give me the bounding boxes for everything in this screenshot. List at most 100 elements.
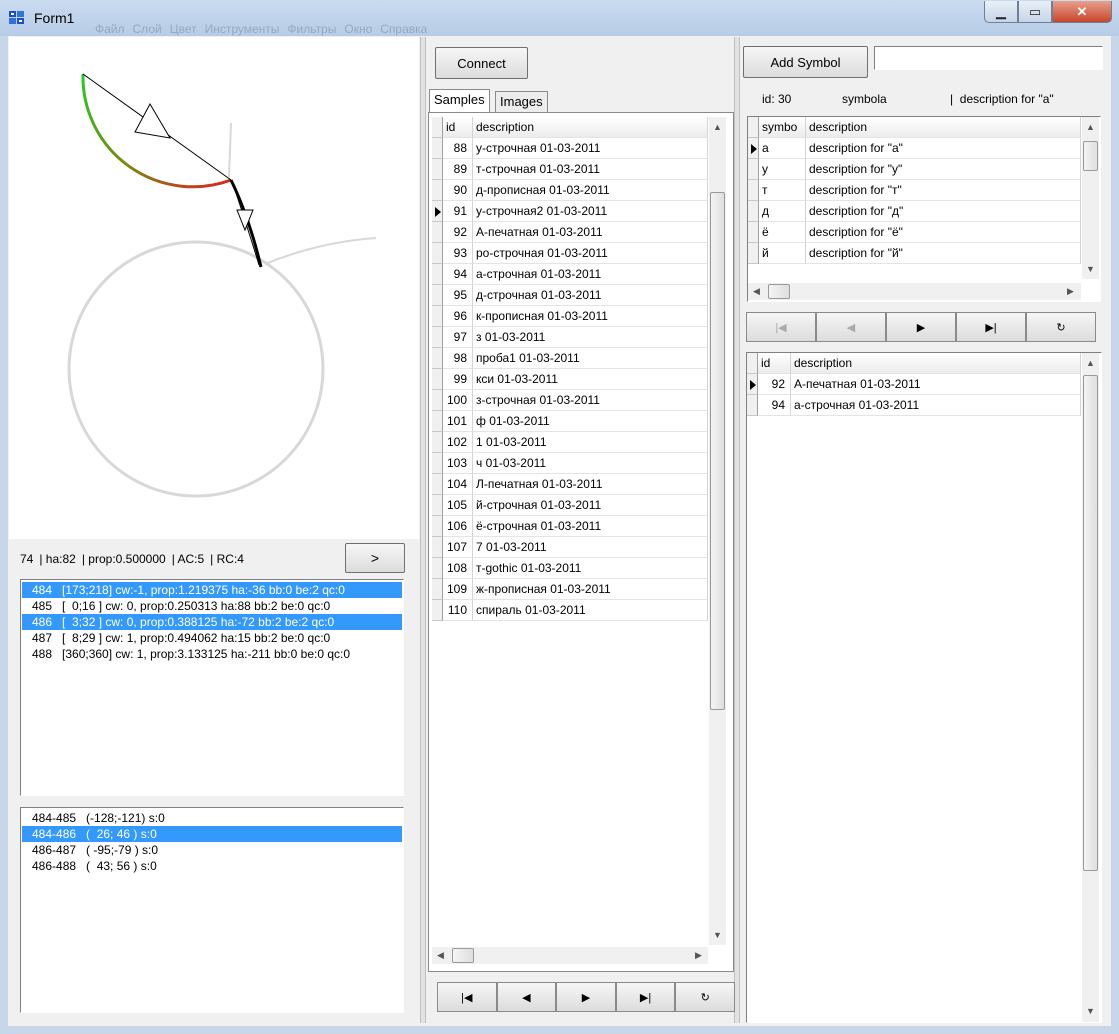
col-header-id[interactable]: id <box>443 117 473 138</box>
tab-samples[interactable]: Samples <box>429 89 490 113</box>
table-row[interactable]: a description for "a" <box>748 138 1100 159</box>
table-row[interactable]: 109 ж-прописная 01-03-2011 <box>432 579 708 600</box>
scroll-left-icon[interactable]: ◀ <box>432 947 449 964</box>
table-row[interactable]: 106 ё-строчная 01-03-2011 <box>432 516 708 537</box>
scroll-down-icon[interactable]: ▼ <box>1082 1003 1099 1020</box>
table-row[interactable]: ё description for "ё" <box>748 222 1100 243</box>
table-row[interactable]: 102 1 01-03-2011 <box>432 432 708 453</box>
nav-next-button[interactable]: ▶ <box>556 982 616 1012</box>
list-item[interactable]: 484 [173;218] cw:-1, prop:1.219375 ha:-3… <box>22 582 402 598</box>
table-row[interactable]: 99 кси 01-03-2011 <box>432 369 708 390</box>
symbols-vscrollbar[interactable]: ▲ ▼ <box>1082 117 1099 279</box>
table-row[interactable]: т description for "т" <box>748 180 1100 201</box>
list-item[interactable]: 487 [ 8;29 ] cw: 1, prop:0.494062 ha:15 … <box>22 630 402 646</box>
list-item[interactable]: 486-487 ( -95;-79 ) s:0 <box>22 842 402 858</box>
table-cell: 109 <box>443 579 473 600</box>
symbol-name: symbola <box>842 92 887 106</box>
nav-prior-button[interactable]: ◀ <box>816 312 886 342</box>
table-cell: 103 <box>443 453 473 474</box>
tab-images[interactable]: Images <box>495 91 548 113</box>
list-item[interactable]: 486 [ 3;32 ] cw: 0, prop:0.388125 ha:-72… <box>22 614 402 630</box>
symbols-hscrollbar[interactable]: ◀ ▶ <box>748 283 1081 300</box>
nav-refresh-button[interactable]: ↻ <box>675 982 735 1012</box>
table-row[interactable]: 94 а-строчная 01-03-2011 <box>747 395 1101 416</box>
table-row[interactable]: 95 д-строчная 01-03-2011 <box>432 285 708 306</box>
table-row[interactable]: 104 Л-печатная 01-03-2011 <box>432 474 708 495</box>
table-row[interactable]: 107 7 01-03-2011 <box>432 537 708 558</box>
samples-vscrollbar[interactable]: ▲ ▼ <box>709 117 726 945</box>
table-row[interactable]: 108 т-gothic 01-03-2011 <box>432 558 708 579</box>
scroll-right-icon[interactable]: ▶ <box>690 947 707 964</box>
close-button[interactable]: ✕ <box>1052 1 1112 23</box>
linked-samples-grid[interactable]: id description 92 А-печатная 01-03-2011 94… <box>746 352 1102 1023</box>
scroll-up-icon[interactable]: ▲ <box>1082 119 1099 136</box>
table-row[interactable]: 92 А-печатная 01-03-2011 <box>747 374 1101 395</box>
minimize-button[interactable]: ▁ <box>984 1 1018 23</box>
segments-list[interactable]: 484 [173;218] cw:-1, prop:1.219375 ha:-3… <box>20 579 404 796</box>
table-row[interactable]: 91 у-строчная2 01-03-2011 <box>432 201 708 222</box>
table-row[interactable]: 105 й-строчная 01-03-2011 <box>432 495 708 516</box>
list-item[interactable]: 485 [ 0;16 ] cw: 0, prop:0.250313 ha:88 … <box>22 598 402 614</box>
list-item[interactable]: 484-486 ( 26; 46 ) s:0 <box>22 826 402 842</box>
symbol-input[interactable] <box>874 46 1103 70</box>
scroll-thumb[interactable] <box>1083 375 1098 871</box>
nav-prior-button[interactable]: ◀ <box>496 982 557 1012</box>
samples-grid[interactable]: id description 88 у-строчная 01-03-2011 89… <box>432 117 708 970</box>
table-row[interactable]: 98 проба1 01-03-2011 <box>432 348 708 369</box>
table-row[interactable]: 97 з 01-03-2011 <box>432 327 708 348</box>
col-header-description[interactable]: description <box>806 117 1081 138</box>
table-row[interactable]: 92 А-печатная 01-03-2011 <box>432 222 708 243</box>
scroll-up-icon[interactable]: ▲ <box>1082 355 1099 372</box>
app-icon <box>8 9 26 25</box>
connect-button[interactable]: Connect <box>435 47 528 79</box>
scroll-left-icon[interactable]: ◀ <box>748 283 765 300</box>
drawing-canvas[interactable] <box>9 37 419 539</box>
table-row[interactable]: 93 ро-строчная 01-03-2011 <box>432 243 708 264</box>
table-row[interactable]: 94 а-строчная 01-03-2011 <box>432 264 708 285</box>
nav-next-button[interactable]: ▶ <box>886 312 956 342</box>
nav-first-button[interactable]: |◀ <box>437 982 497 1012</box>
table-row[interactable]: 88 у-строчная 01-03-2011 <box>432 138 708 159</box>
table-row[interactable]: 101 ф 01-03-2011 <box>432 411 708 432</box>
table-row[interactable]: 96 к-прописная 01-03-2011 <box>432 306 708 327</box>
scroll-thumb[interactable] <box>710 192 725 710</box>
scroll-right-icon[interactable]: ▶ <box>1062 283 1079 300</box>
list-item[interactable]: 488 [360;360] cw: 1, prop:3.133125 ha:-2… <box>22 646 402 662</box>
list-item[interactable]: 486-488 ( 43; 56 ) s:0 <box>22 858 402 874</box>
table-row[interactable]: у description for "у" <box>748 159 1100 180</box>
scroll-down-icon[interactable]: ▼ <box>1082 261 1099 278</box>
table-row[interactable]: д description for "д" <box>748 201 1100 222</box>
table-row[interactable]: 90 д-прописная 01-03-2011 <box>432 180 708 201</box>
table-row[interactable]: 103 ч 01-03-2011 <box>432 453 708 474</box>
row-indicator <box>432 453 443 474</box>
nav-first-button[interactable]: |◀ <box>746 312 816 342</box>
col-header-description[interactable]: description <box>791 353 1081 374</box>
table-row[interactable]: 100 з-строчная 01-03-2011 <box>432 390 708 411</box>
hscroll-thumb[interactable] <box>768 284 790 299</box>
right-splitter[interactable] <box>734 37 740 1023</box>
current-row-pointer-icon <box>435 207 441 217</box>
next-button[interactable]: > <box>345 543 405 573</box>
scroll-down-icon[interactable]: ▼ <box>709 927 726 944</box>
add-symbol-button[interactable]: Add Symbol <box>743 46 868 78</box>
nav-last-button[interactable]: ▶| <box>956 312 1026 342</box>
nav-refresh-button[interactable]: ↻ <box>1026 312 1096 342</box>
linked-vscrollbar[interactable]: ▲ ▼ <box>1082 353 1099 1022</box>
col-header-id[interactable]: id <box>758 353 791 374</box>
samples-hscrollbar[interactable]: ◀ ▶ <box>432 947 708 964</box>
nav-last-button[interactable]: ▶| <box>615 982 676 1012</box>
table-row[interactable]: 110 спираль 01-03-2011 <box>432 600 708 621</box>
pairs-list[interactable]: 484-485 (-128;-121) s:0 484-486 ( 26; 46 … <box>20 807 404 1013</box>
left-splitter[interactable] <box>420 37 426 1023</box>
hscroll-thumb[interactable] <box>452 948 474 963</box>
symbols-grid[interactable]: symbo description a description for "a" у d… <box>747 116 1101 302</box>
list-item[interactable]: 484-485 (-128;-121) s:0 <box>22 810 402 826</box>
scroll-thumb[interactable] <box>1083 141 1098 171</box>
scroll-up-icon[interactable]: ▲ <box>709 119 726 136</box>
col-header-symbol[interactable]: symbo <box>759 117 806 138</box>
col-header-description[interactable]: description <box>473 117 708 138</box>
current-row-pointer-icon <box>751 144 757 154</box>
maximize-button[interactable]: ▭ <box>1018 1 1052 23</box>
table-row[interactable]: й description for "й" <box>748 243 1100 264</box>
table-row[interactable]: 89 т-строчная 01-03-2011 <box>432 159 708 180</box>
